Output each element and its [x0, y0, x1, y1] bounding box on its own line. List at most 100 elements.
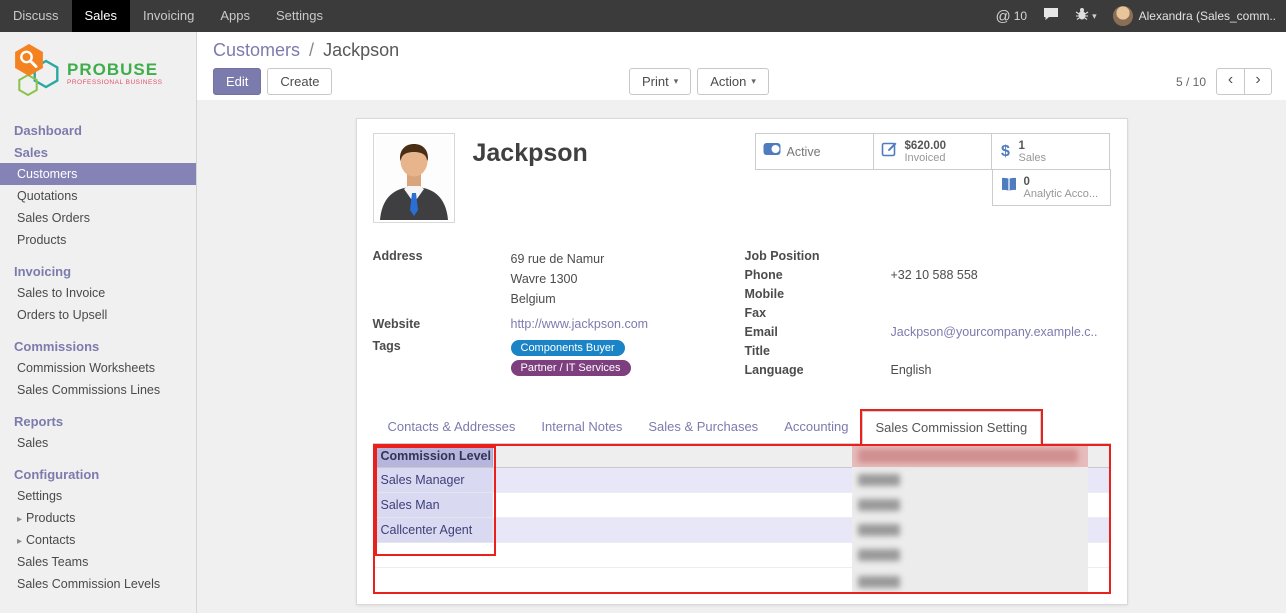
sidebar-item-sales-commission-levels[interactable]: Sales Commission Levels	[0, 573, 196, 595]
sidebar: PROBUSE PROFESSIONAL BUSINESS Dashboard …	[0, 32, 197, 613]
email-label: Email	[745, 325, 891, 341]
sidebar-section-reports: Reports Sales	[0, 410, 196, 454]
user-name: Alexandra (Sales_comm..	[1139, 9, 1276, 23]
notebook-tabs: Contacts & Addresses Internal Notes Sale…	[373, 411, 1111, 444]
book-icon	[1000, 177, 1018, 198]
menu-settings[interactable]: Settings	[263, 0, 336, 32]
top-menu: Discuss Sales Invoicing Apps Settings	[0, 0, 336, 32]
pencil-square-icon	[881, 140, 899, 163]
sidebar-item-reports-sales[interactable]: Sales	[0, 432, 196, 454]
sidebar-item-sales-commissions-lines[interactable]: Sales Commissions Lines	[0, 379, 196, 401]
redacted-value	[858, 576, 900, 588]
form-header: Jackpson Active	[373, 133, 1111, 225]
main-area: Customers / Jackpson Edit Create Print▾ …	[197, 32, 1286, 613]
sidebar-item-sales-to-invoice[interactable]: Sales to Invoice	[0, 282, 196, 304]
tab-sales-purchases[interactable]: Sales & Purchases	[635, 411, 771, 443]
customer-photo[interactable]	[373, 133, 455, 223]
redacted-value	[858, 549, 900, 561]
redacted-value	[858, 474, 900, 486]
tags-label: Tags	[373, 339, 511, 379]
sidebar-section-invoicing: Invoicing Sales to Invoice Orders to Ups…	[0, 260, 196, 326]
tag-partner-it-services[interactable]: Partner / IT Services	[511, 360, 631, 376]
toggle-on-icon	[763, 142, 781, 161]
sidebar-section-sales: Sales Customers Quotations Sales Orders …	[0, 141, 196, 251]
pager-previous-button[interactable]: ‹	[1217, 69, 1244, 94]
customer-name: Jackpson	[473, 139, 588, 168]
pager-next-button[interactable]: ›	[1244, 69, 1271, 94]
breadcrumb-separator: /	[309, 40, 314, 60]
analytic-accounts-stat-button[interactable]: 0 Analytic Acco...	[992, 169, 1111, 206]
sidebar-item-config-contacts[interactable]: ▸Contacts	[0, 529, 196, 551]
form-buttons: Edit Create	[213, 68, 332, 95]
website-link[interactable]: http://www.jackpson.com	[511, 317, 649, 331]
caret-down-icon: ▾	[674, 69, 679, 94]
stat-buttons: Active $620.00 Invoiced	[755, 133, 1111, 206]
pager: 5 / 10 ‹ ›	[1176, 68, 1272, 95]
menu-discuss[interactable]: Discuss	[0, 0, 72, 32]
sidebar-heading-configuration[interactable]: Configuration	[0, 463, 196, 485]
logo-subtitle: PROFESSIONAL BUSINESS	[67, 79, 163, 86]
topbar: Discuss Sales Invoicing Apps Settings @ …	[0, 0, 1286, 32]
tab-sales-commission-setting[interactable]: Sales Commission Setting	[862, 411, 1042, 444]
sidebar-heading-commissions[interactable]: Commissions	[0, 335, 196, 357]
messages-button[interactable]	[1043, 7, 1059, 26]
sidebar-heading-reports[interactable]: Reports	[0, 410, 196, 432]
tag-components-buyer[interactable]: Components Buyer	[511, 340, 625, 356]
sidebar-item-quotations[interactable]: Quotations	[0, 185, 196, 207]
sidebar-heading-invoicing[interactable]: Invoicing	[0, 260, 196, 282]
breadcrumb-current: Jackpson	[323, 40, 399, 60]
mobile-label: Mobile	[745, 287, 891, 303]
menu-apps[interactable]: Apps	[207, 0, 263, 32]
form-sheet: Jackpson Active	[356, 118, 1128, 605]
logo-title: PROBUSE	[67, 61, 163, 79]
create-button[interactable]: Create	[267, 68, 332, 95]
job-position-label: Job Position	[745, 249, 891, 265]
form-view-container: Jackpson Active	[197, 100, 1286, 613]
action-dropdown-button[interactable]: Action▾	[697, 68, 769, 95]
breadcrumb-customers-link[interactable]: Customers	[213, 40, 300, 60]
sidebar-heading-dashboard[interactable]: Dashboard	[0, 119, 196, 141]
print-dropdown-button[interactable]: Print▾	[629, 68, 691, 95]
annotation-box-table: Commission Level Sales Manager Sales Man	[373, 444, 1111, 594]
user-menu-button[interactable]: Alexandra (Sales_comm..	[1113, 6, 1276, 26]
address-label: Address	[373, 249, 511, 309]
sidebar-item-customers[interactable]: Customers	[0, 163, 196, 185]
tab-contacts-addresses[interactable]: Contacts & Addresses	[375, 411, 529, 443]
email-link[interactable]: Jackpson@yourcompany.example.c..	[891, 325, 1098, 341]
edit-button[interactable]: Edit	[213, 68, 261, 95]
tags-value: Components Buyer Partner / IT Services	[511, 339, 631, 379]
mentions-button[interactable]: @ 10	[995, 8, 1027, 25]
debug-menu-button[interactable]: ▾	[1075, 7, 1097, 26]
caret-down-icon: ▾	[1092, 11, 1097, 22]
sidebar-item-sales-teams[interactable]: Sales Teams	[0, 551, 196, 573]
tab-internal-notes[interactable]: Internal Notes	[528, 411, 635, 443]
sidebar-item-commission-worksheets[interactable]: Commission Worksheets	[0, 357, 196, 379]
website-label: Website	[373, 317, 511, 331]
tab-accounting[interactable]: Accounting	[771, 411, 861, 443]
mention-count: 10	[1014, 9, 1027, 23]
commission-level-header[interactable]: Commission Level	[375, 446, 493, 467]
sidebar-section-commissions: Commissions Commission Worksheets Sales …	[0, 335, 196, 401]
phone-value: +32 10 588 558	[891, 268, 978, 284]
menu-sales[interactable]: Sales	[72, 0, 131, 32]
sidebar-item-orders-to-upsell[interactable]: Orders to Upsell	[0, 304, 196, 326]
breadcrumb: Customers / Jackpson	[213, 40, 399, 61]
sidebar-heading-sales[interactable]: Sales	[0, 141, 196, 163]
sidebar-item-settings[interactable]: Settings	[0, 485, 196, 507]
redacted-value	[858, 524, 900, 536]
sidebar-section-dashboard: Dashboard	[0, 119, 196, 141]
language-value: English	[891, 363, 932, 379]
chevron-right-icon: ▸	[17, 514, 22, 525]
sidebar-item-products[interactable]: Products	[0, 229, 196, 251]
sales-stat-button[interactable]: $ 1 Sales	[991, 133, 1110, 170]
address-value: 69 rue de Namur Wavre 1300 Belgium	[511, 249, 605, 309]
topbar-right: @ 10 ▾ Alexandra (Sales_comm..	[995, 6, 1286, 26]
active-toggle-button[interactable]: Active	[755, 133, 874, 170]
bug-icon	[1075, 7, 1089, 26]
sidebar-item-sales-orders[interactable]: Sales Orders	[0, 207, 196, 229]
sidebar-section-configuration: Configuration Settings ▸Products ▸Contac…	[0, 463, 196, 595]
invoiced-stat-button[interactable]: $620.00 Invoiced	[873, 133, 992, 170]
redacted-value	[858, 499, 900, 511]
sidebar-item-config-products[interactable]: ▸Products	[0, 507, 196, 529]
menu-invoicing[interactable]: Invoicing	[130, 0, 207, 32]
